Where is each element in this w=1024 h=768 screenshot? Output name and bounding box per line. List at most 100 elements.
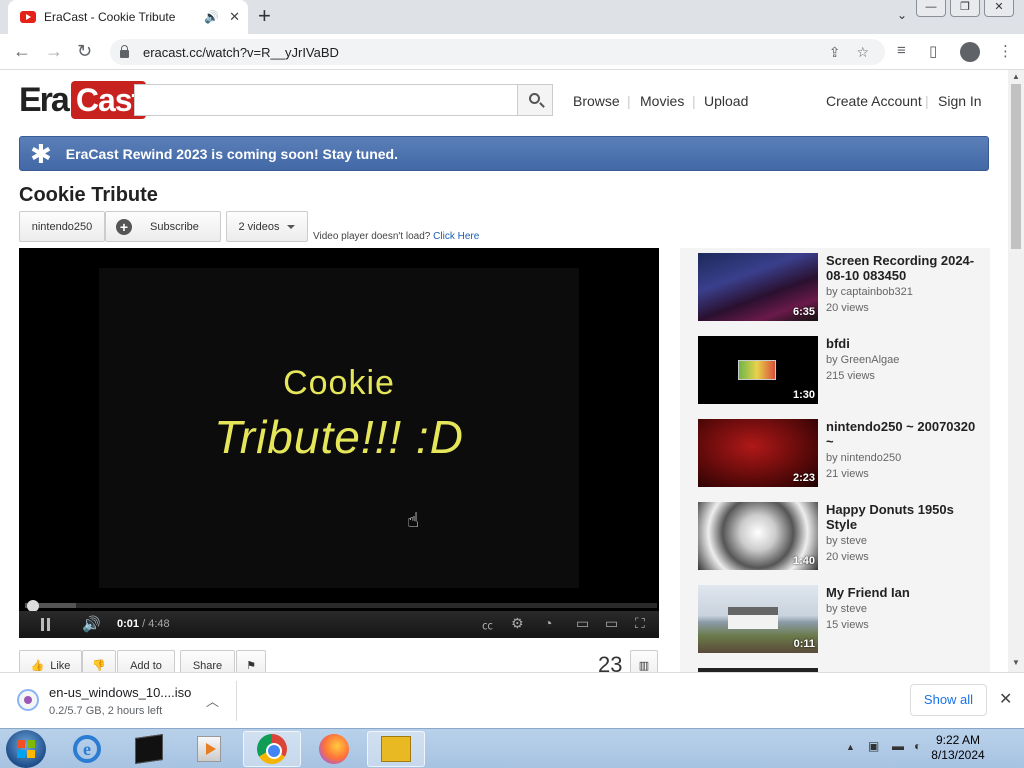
search-icon <box>529 93 540 104</box>
video-thumbnail[interactable]: 0:11 <box>698 585 818 653</box>
taskbar-media-player[interactable] <box>180 731 238 767</box>
share-button[interactable]: Share <box>180 650 235 672</box>
browser-tab-bar: EraCast - Cookie Tribute 🔊 ✕ + ⌄ — ❐ ✕ <box>0 0 1024 34</box>
restore-button[interactable]: ❐ <box>950 0 980 17</box>
video-frame[interactable]: Cookie Tribute!!! :D <box>99 268 579 588</box>
nav-browse-link[interactable]: Browse <box>573 93 620 109</box>
close-shelf-icon[interactable]: ✕ <box>999 689 1012 709</box>
time-display: 0:01 / 4:48 <box>117 618 170 630</box>
web-page: Era Cast Browse | Movies | Upload Create… <box>0 70 1008 672</box>
plus-icon: + <box>116 218 132 235</box>
related-video-title[interactable]: Happy Donuts 1950s Style <box>826 502 986 532</box>
profile-avatar-icon[interactable] <box>960 42 980 62</box>
tray-volume-icon[interactable]: ◐ <box>914 739 921 753</box>
dislike-button[interactable]: 👎 <box>82 650 116 672</box>
fullscreen-icon[interactable]: ⛶ <box>635 615 645 632</box>
related-video-item[interactable]: 1:30 bfdi by GreenAlgae 215 views <box>698 336 988 404</box>
videos-dropdown-button[interactable]: 2 videos <box>226 211 308 242</box>
search-button[interactable] <box>517 84 553 116</box>
create-account-link[interactable]: Create Account <box>826 93 922 109</box>
tray-network-icon[interactable]: ▣ <box>868 739 879 753</box>
uploader-button[interactable]: nintendo250 <box>19 211 105 242</box>
settings-gear-icon[interactable]: ⚙ <box>511 615 524 632</box>
start-button[interactable] <box>6 730 46 768</box>
browser-tab[interactable]: EraCast - Cookie Tribute 🔊 ✕ <box>8 0 248 34</box>
asterisk-icon: ✱ <box>30 138 52 169</box>
menu-kebab-icon[interactable]: ⋮ <box>998 42 1013 60</box>
chrome-icon <box>257 734 287 764</box>
download-file-name[interactable]: en-us_windows_10....iso <box>49 685 191 700</box>
related-video-title[interactable]: nintendo250 ~ 20070320 ~ <box>826 419 986 449</box>
new-tab-button[interactable]: + <box>258 4 271 28</box>
shelf-divider <box>236 681 237 721</box>
captions-icon[interactable]: ㏄ <box>482 617 493 633</box>
related-video-item[interactable]: 1:40 Happy Donuts 1950s Style by steve 2… <box>698 502 988 570</box>
related-video-title[interactable]: Screen Recording 2024-08-10 083450 <box>826 253 986 283</box>
add-to-button[interactable]: Add to <box>117 650 175 672</box>
like-button[interactable]: 👍 Like <box>19 650 82 672</box>
small-player-icon[interactable]: ▭ <box>576 615 589 632</box>
video-thumbnail[interactable]: 1:40 <box>698 502 818 570</box>
sign-in-link[interactable]: Sign In <box>938 93 982 109</box>
nav-movies-link[interactable]: Movies <box>640 93 684 109</box>
video-thumbnail[interactable]: 1:30 <box>698 336 818 404</box>
taskbar-vm-app[interactable] <box>367 731 425 767</box>
tab-search-chevron-icon[interactable]: ⌄ <box>897 8 907 22</box>
taskbar-chrome[interactable] <box>243 731 301 767</box>
related-video-title[interactable]: My Friend Ian <box>826 585 986 600</box>
url-text[interactable]: eracast.cc/watch?v=R__yJrIVaBD <box>143 45 829 60</box>
command-prompt-icon <box>135 734 163 764</box>
page-scrollbar[interactable]: ▲ ▼ <box>1008 70 1024 672</box>
back-arrow-icon[interactable]: ← <box>13 40 31 62</box>
click-here-link[interactable]: Click Here <box>433 231 479 242</box>
side-panel-icon[interactable]: ▯ <box>929 42 937 60</box>
download-progress-icon[interactable] <box>17 689 39 711</box>
lock-icon[interactable] <box>120 45 129 58</box>
scroll-down-arrow-icon[interactable]: ▼ <box>1012 658 1020 667</box>
windows-logo-icon <box>17 740 35 758</box>
show-all-button[interactable]: Show all <box>910 684 987 716</box>
video-thumbnail[interactable]: 2:23 <box>698 419 818 487</box>
reload-icon[interactable]: ↻ <box>77 40 92 62</box>
volume-icon[interactable]: 🔊 <box>82 615 101 633</box>
search-input[interactable] <box>134 84 518 116</box>
scrollbar-thumb[interactable] <box>1011 84 1021 249</box>
bar-chart-icon: ▥ <box>638 660 650 672</box>
pause-icon[interactable] <box>41 618 44 631</box>
tab-close-icon[interactable]: ✕ <box>229 9 240 25</box>
tab-audio-icon[interactable]: 🔊 <box>204 10 219 24</box>
subscribe-button[interactable]: + Subscribe <box>105 211 221 242</box>
minimize-button[interactable]: — <box>916 0 946 17</box>
annotations-icon[interactable]: ◔ <box>544 615 552 631</box>
video-thumbnail[interactable]: 6:35 <box>698 253 818 321</box>
video-player[interactable]: Cookie Tribute!!! :D ☝ 🔊 0:01 / 4:48 ㏄ ⚙… <box>19 248 659 638</box>
related-video-item[interactable]: 0:11 My Friend Ian by steve 15 views <box>698 585 988 653</box>
related-video-title[interactable]: bfdi <box>826 336 986 351</box>
progress-bar[interactable] <box>19 600 659 612</box>
taskbar-cmd[interactable] <box>120 731 178 767</box>
eracast-logo[interactable]: Era Cast <box>19 81 147 119</box>
flag-button[interactable]: ⚑ <box>236 650 266 672</box>
close-window-button[interactable]: ✕ <box>984 0 1014 17</box>
related-video-author: by nintendo250 <box>826 452 902 464</box>
tray-expand-icon[interactable]: ▲ <box>846 742 855 752</box>
nav-upload-link[interactable]: Upload <box>704 93 748 109</box>
chevron-up-icon[interactable]: ︿ <box>206 691 219 710</box>
scroll-up-arrow-icon[interactable]: ▲ <box>1012 72 1020 81</box>
media-control-icon[interactable]: ≡ <box>897 42 906 59</box>
related-video-item[interactable]: 2:23 nintendo250 ~ 20070320 ~ by nintend… <box>698 419 988 487</box>
forward-arrow-icon[interactable]: → <box>45 40 63 62</box>
taskbar-clock[interactable]: 9:22 AM 8/13/2024 <box>928 733 988 763</box>
related-video-views: 20 views <box>826 302 869 314</box>
download-status: 0.2/5.7 GB, 2 hours left <box>49 705 163 717</box>
taskbar-firefox[interactable] <box>305 731 363 767</box>
address-bar[interactable]: eracast.cc/watch?v=R__yJrIVaBD ⇪ ☆ <box>110 39 885 65</box>
stats-button[interactable]: ▥ <box>630 650 658 672</box>
tray-display-icon[interactable]: ▬ <box>892 739 904 753</box>
taskbar-ie[interactable]: e <box>58 731 116 767</box>
share-icon[interactable]: ⇪ <box>829 44 841 61</box>
large-player-icon[interactable]: ▭ <box>605 615 618 632</box>
nav-separator: | <box>925 93 929 109</box>
bookmark-star-icon[interactable]: ☆ <box>856 44 869 61</box>
related-video-item[interactable]: 6:35 Screen Recording 2024-08-10 083450 … <box>698 253 988 321</box>
